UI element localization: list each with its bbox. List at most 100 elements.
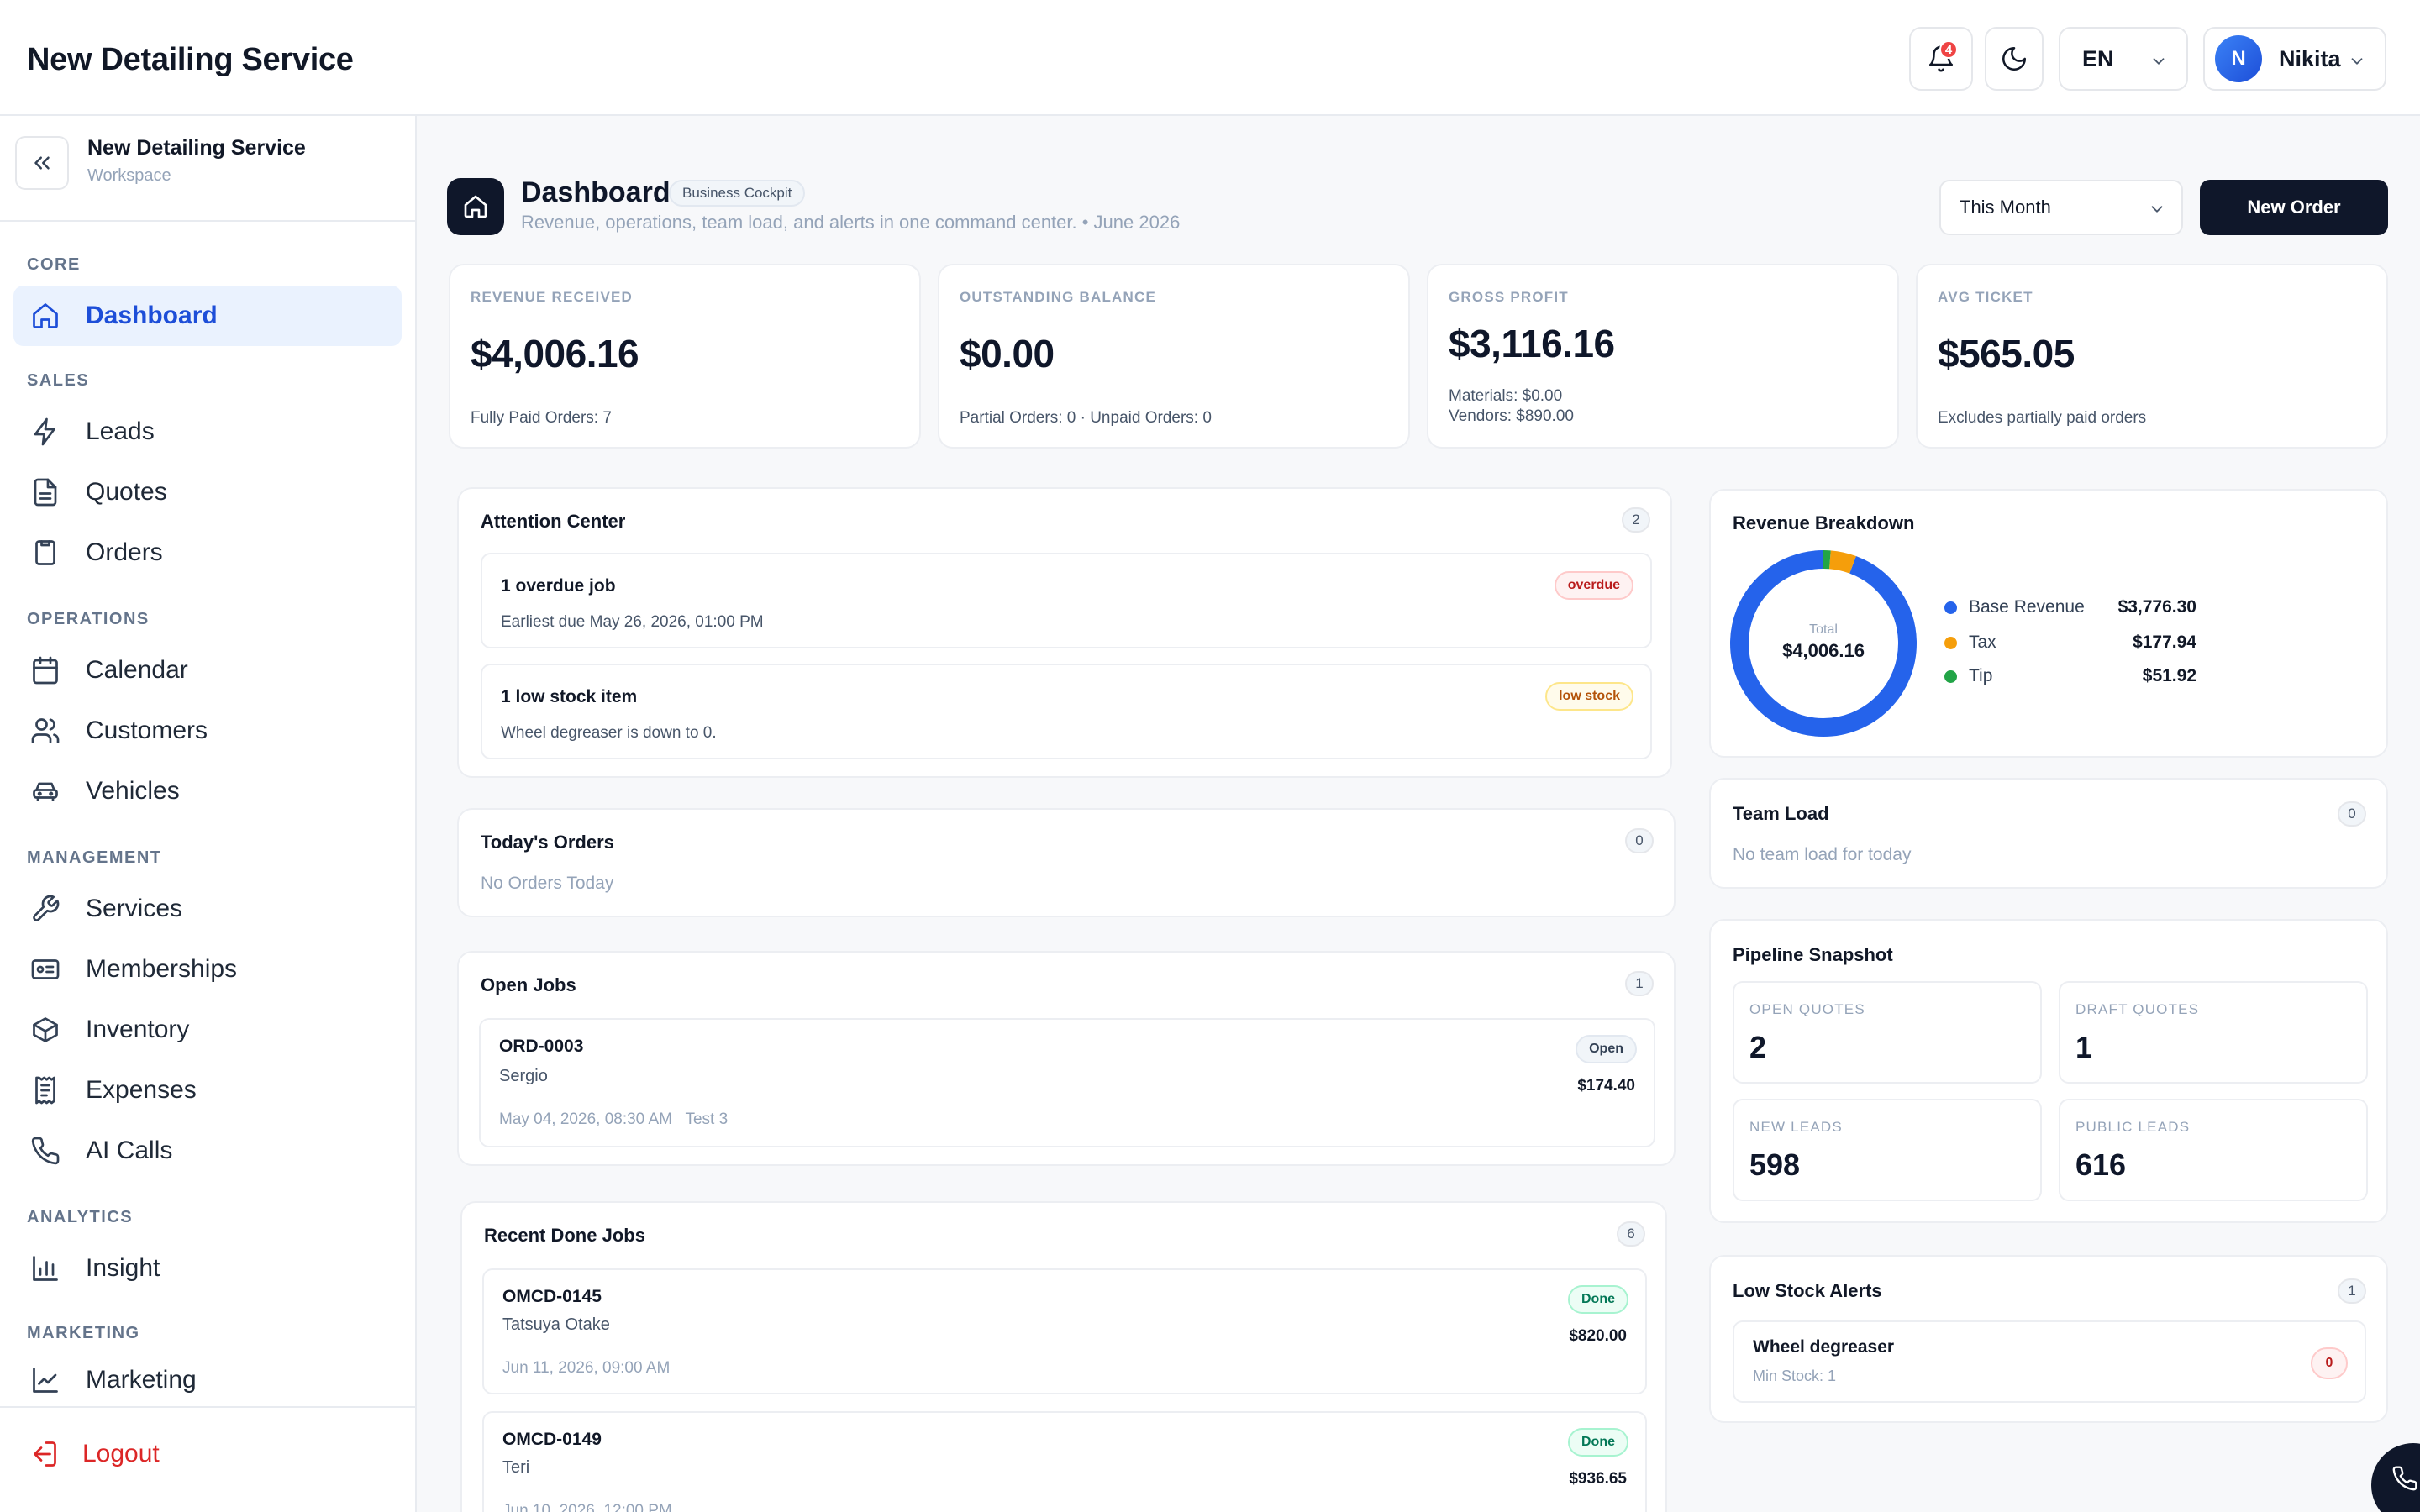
language-select[interactable]: EN (2059, 27, 2188, 91)
user-menu-button[interactable]: N Nikita (2203, 27, 2386, 91)
sidebar-item-orders[interactable]: Orders (13, 522, 402, 583)
empty-state-text: No Orders Today (481, 874, 614, 893)
sidebar-item-calendar[interactable]: Calendar (13, 640, 402, 701)
sidebar-item-label: Services (86, 895, 183, 922)
new-order-button[interactable]: New Order (2200, 180, 2388, 235)
job-id: OMCD-0149 (502, 1430, 602, 1449)
sidebar-item-label: Customers (86, 717, 208, 744)
legend-label: Tip (1969, 666, 1993, 685)
id-card-icon (29, 953, 62, 986)
home-icon (462, 193, 489, 220)
count-badge: 2 (1622, 507, 1650, 533)
count-badge: 6 (1617, 1221, 1645, 1247)
pipeline-new-leads[interactable]: NEW LEADS 598 (1733, 1099, 2042, 1201)
sidebar-item-label: Orders (86, 538, 163, 566)
sidebar-item-label: Leads (86, 417, 155, 445)
job-item[interactable]: ORD-0003 Sergio May 04, 2026, 08:30 AM T… (479, 1018, 1655, 1147)
sidebar-item-label: Memberships (86, 955, 238, 983)
revenue-donut-chart: Total $4,006.16 (1730, 550, 1917, 737)
status-badge: Done (1568, 1428, 1628, 1457)
pipeline-label: PUBLIC LEADS (2075, 1119, 2191, 1135)
stat-card-outstanding: OUTSTANDING BALANCE $0.00 Partial Orders… (938, 264, 1410, 449)
sidebar-item-expenses[interactable]: Expenses (13, 1060, 402, 1121)
card-title: Revenue Breakdown (1733, 512, 1915, 533)
card-title: Pipeline Snapshot (1733, 944, 1893, 965)
nav-section-core: CORE (27, 255, 81, 274)
stat-value: $4,006.16 (471, 332, 639, 375)
donut-total-value: $4,006.16 (1782, 640, 1865, 661)
legend-value: $3,776.30 (2118, 597, 2196, 617)
nav-section-operations: OPERATIONS (27, 610, 150, 628)
box-icon (29, 1013, 62, 1047)
legend-item-base-revenue: Base Revenue $3,776.30 (1944, 595, 2196, 620)
attention-item[interactable]: 1 low stock item Wheel degreaser is down… (481, 664, 1652, 759)
job-meta: Jun 10, 2026, 12:00 PM (502, 1502, 672, 1512)
sidebar-item-leads[interactable]: Leads (13, 402, 402, 462)
receipt-icon (29, 1074, 62, 1107)
chevron-down-icon (2149, 52, 2168, 71)
pipeline-open-quotes[interactable]: OPEN QUOTES 2 (1733, 981, 2042, 1084)
legend-dot (1944, 601, 1957, 614)
user-name: Nikita (2279, 45, 2341, 71)
period-select[interactable]: This Month (1939, 180, 2183, 235)
sidebar-item-insight[interactable]: Insight (13, 1238, 402, 1299)
job-amount: $936.65 (1569, 1470, 1627, 1488)
sidebar-item-quotes[interactable]: Quotes (13, 462, 402, 522)
pipeline-public-leads[interactable]: PUBLIC LEADS 616 (2059, 1099, 2368, 1201)
stat-value: $565.05 (1938, 332, 2075, 375)
app-title: New Detailing Service (27, 42, 354, 77)
stat-value: $3,116.16 (1449, 322, 1615, 365)
legend-item-tip: Tip $51.92 (1944, 664, 2196, 689)
stat-note: Fully Paid Orders: 7 (471, 409, 612, 427)
legend-label: Tax (1969, 633, 1996, 652)
low-stock-item-name: Wheel degreaser (1753, 1337, 1895, 1357)
job-meta: Jun 11, 2026, 09:00 AM (502, 1359, 671, 1377)
chevrons-left-icon (29, 150, 55, 176)
stat-label: AVG TICKET (1938, 289, 2033, 305)
stat-label: OUTSTANDING BALANCE (960, 289, 1157, 305)
status-badge: low stock (1545, 682, 1634, 711)
todays-orders-card: Today's Orders 0 No Orders Today (457, 808, 1676, 917)
phone-icon (2391, 1465, 2418, 1492)
sidebar-item-customers[interactable]: Customers (13, 701, 402, 761)
pipeline-value: 616 (2075, 1147, 2127, 1182)
sidebar-item-memberships[interactable]: Memberships (13, 939, 402, 1000)
sidebar-item-dashboard[interactable]: Dashboard (13, 286, 402, 346)
call-fab-button[interactable] (2371, 1443, 2420, 1512)
sidebar-item-label: Inventory (86, 1016, 190, 1043)
job-amount: $174.40 (1577, 1077, 1635, 1095)
attention-item-title: 1 overdue job (501, 576, 616, 596)
pipeline-label: OPEN QUOTES (1749, 1001, 1865, 1017)
calendar-icon (29, 654, 62, 687)
logout-label: Logout (82, 1440, 160, 1467)
attention-item[interactable]: 1 overdue job Earliest due May 26, 2026,… (481, 553, 1652, 648)
sidebar-item-label: Vehicles (86, 777, 180, 805)
nav-section-marketing: MARKETING (27, 1324, 140, 1342)
job-item[interactable]: OMCD-0145 Tatsuya Otake Jun 11, 2026, 09… (482, 1268, 1647, 1394)
avatar: N (2215, 35, 2262, 82)
pipeline-value: 2 (1749, 1030, 1767, 1064)
notifications-button[interactable]: 4 (1909, 27, 1973, 91)
zap-icon (29, 415, 62, 449)
theme-toggle-button[interactable] (1985, 27, 2044, 91)
sidebar-item-vehicles[interactable]: Vehicles (13, 761, 402, 822)
sidebar-item-label: Expenses (86, 1076, 197, 1104)
stat-note-vendors: Vendors: $890.00 (1449, 407, 1574, 425)
low-stock-item[interactable]: Wheel degreaser Min Stock: 1 0 (1733, 1320, 2366, 1403)
sidebar-item-services[interactable]: Services (13, 879, 402, 939)
recent-done-jobs-card: Recent Done Jobs 6 OMCD-0145 Tatsuya Ota… (460, 1201, 1667, 1512)
clipboard-icon (29, 536, 62, 570)
sidebar-item-inventory[interactable]: Inventory (13, 1000, 402, 1060)
sidebar-item-ai-calls[interactable]: AI Calls (13, 1121, 402, 1181)
stat-note-materials: Materials: $0.00 (1449, 387, 1563, 405)
job-item[interactable]: OMCD-0149 Teri Jun 10, 2026, 12:00 PM Do… (482, 1411, 1647, 1512)
card-title: Recent Done Jobs (484, 1225, 645, 1246)
donut-total-label: Total (1809, 622, 1838, 637)
sidebar-item-marketing[interactable]: Marketing (13, 1354, 402, 1406)
logout-button[interactable]: Logout (13, 1425, 402, 1483)
notification-count-badge: 4 (1939, 40, 1958, 59)
bar-chart-icon (29, 1252, 62, 1285)
collapse-sidebar-button[interactable] (15, 136, 69, 190)
stat-note: Excludes partially paid orders (1938, 409, 2147, 427)
pipeline-draft-quotes[interactable]: DRAFT QUOTES 1 (2059, 981, 2368, 1084)
